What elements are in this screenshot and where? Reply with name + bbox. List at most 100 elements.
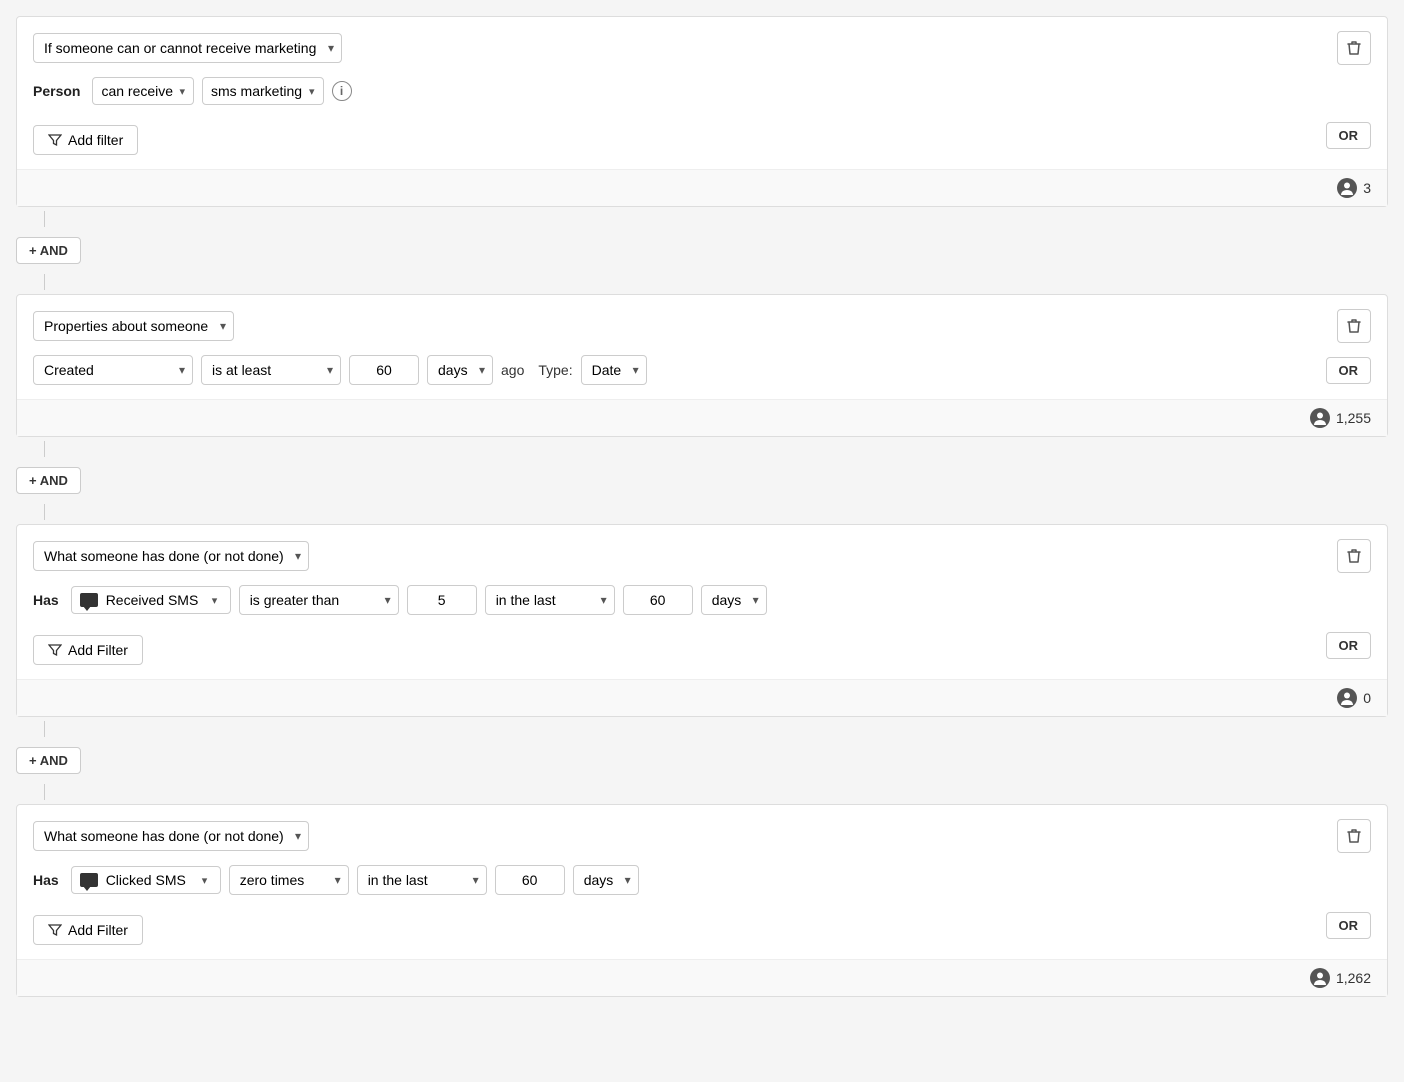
block1-type-select[interactable]: If someone can or cannot receive marketi… xyxy=(33,33,342,63)
filter-block-2: Properties about someone Created xyxy=(16,294,1388,437)
block2-type-option-select[interactable]: Date xyxy=(581,355,647,385)
block2-ago-label: ago xyxy=(501,362,524,378)
block3-event-select[interactable]: Received SMS xyxy=(106,592,206,608)
block4-count-area: 1,262 xyxy=(1310,968,1371,988)
block2-type-select[interactable]: Properties about someone xyxy=(33,311,234,341)
block2-property-select[interactable]: Created xyxy=(33,355,193,385)
and-button-1[interactable]: + AND xyxy=(16,237,81,264)
block4-count: 1,262 xyxy=(1336,970,1371,986)
block2-unit-wrapper[interactable]: days xyxy=(427,355,493,385)
block1-person-label: Person xyxy=(33,83,80,99)
filter-icon-4 xyxy=(48,923,62,937)
block4-time-wrapper[interactable]: in the last xyxy=(357,865,487,895)
trash-icon-3 xyxy=(1347,548,1361,564)
sms-icon-3 xyxy=(80,593,98,607)
person-icon-1 xyxy=(1337,178,1357,198)
block4-time-value-input[interactable] xyxy=(495,865,565,895)
block4-time-unit-select[interactable]: days xyxy=(573,865,639,895)
trash-icon-2 xyxy=(1347,318,1361,334)
filter-block-4: What someone has done (or not done) Has … xyxy=(16,804,1388,997)
block1-can-receive-select[interactable]: can receive xyxy=(101,83,173,99)
block3-delete-button[interactable] xyxy=(1337,539,1371,573)
block1-add-filter-label: Add filter xyxy=(68,132,123,148)
and-button-2[interactable]: + AND xyxy=(16,467,81,494)
block2-type-select-wrapper[interactable]: Properties about someone xyxy=(33,311,234,341)
block3-footer: 0 xyxy=(17,679,1387,716)
filter-icon-3 xyxy=(48,643,62,657)
person-icon-3 xyxy=(1337,688,1357,708)
block3-value-input[interactable] xyxy=(407,585,477,615)
person-icon-2 xyxy=(1310,408,1330,428)
block2-property-wrapper[interactable]: Created xyxy=(33,355,193,385)
and-connector-2: + AND xyxy=(16,437,1388,524)
block3-condition-select[interactable]: is greater than xyxy=(239,585,399,615)
connector-line-2 xyxy=(44,441,45,457)
block2-footer: 1,255 xyxy=(17,399,1387,436)
and-button-3[interactable]: + AND xyxy=(16,747,81,774)
block1-can-receive-wrapper[interactable]: can receive xyxy=(92,77,194,105)
block4-footer: 1,262 xyxy=(17,959,1387,996)
page-container: If someone can or cannot receive marketi… xyxy=(0,0,1404,1013)
block3-or-button[interactable]: OR xyxy=(1326,632,1372,659)
block3-type-select[interactable]: What someone has done (or not done) xyxy=(33,541,309,571)
block4-time-unit-wrapper[interactable]: days xyxy=(573,865,639,895)
and-connector-1: + AND xyxy=(16,207,1388,294)
block1-sms-marketing-wrapper[interactable]: sms marketing xyxy=(202,77,324,105)
block3-count: 0 xyxy=(1363,690,1371,706)
block2-condition-wrapper[interactable]: is at least xyxy=(201,355,341,385)
connector-line-1b xyxy=(44,274,45,290)
block2-or-button[interactable]: OR xyxy=(1326,357,1372,384)
filter-icon xyxy=(48,133,62,147)
block3-count-area: 0 xyxy=(1337,688,1371,708)
block3-has-label: Has xyxy=(33,592,59,608)
block3-time-select[interactable]: in the last xyxy=(485,585,615,615)
block3-type-select-wrapper[interactable]: What someone has done (or not done) xyxy=(33,541,309,571)
info-icon-1[interactable]: i xyxy=(332,81,352,101)
block1-count-area: 3 xyxy=(1337,178,1371,198)
block1-add-filter-button[interactable]: Add filter xyxy=(33,125,138,155)
connector-line-3 xyxy=(44,721,45,737)
block4-type-select-wrapper[interactable]: What someone has done (or not done) xyxy=(33,821,309,851)
block4-delete-button[interactable] xyxy=(1337,819,1371,853)
block4-condition-wrapper[interactable]: zero times xyxy=(229,865,349,895)
block1-delete-button[interactable] xyxy=(1337,31,1371,65)
block4-condition-select[interactable]: zero times xyxy=(229,865,349,895)
block3-time-unit-select[interactable]: days xyxy=(701,585,767,615)
and-connector-3: + AND xyxy=(16,717,1388,804)
filter-block-3: What someone has done (or not done) Has … xyxy=(16,524,1388,717)
block1-type-select-wrapper[interactable]: If someone can or cannot receive marketi… xyxy=(33,33,342,63)
connector-line-2b xyxy=(44,504,45,520)
person-icon-4 xyxy=(1310,968,1330,988)
block2-value-input[interactable] xyxy=(349,355,419,385)
block4-type-select[interactable]: What someone has done (or not done) xyxy=(33,821,309,851)
sms-icon-4 xyxy=(80,873,98,887)
connector-line-1 xyxy=(44,211,45,227)
block4-or-button[interactable]: OR xyxy=(1326,912,1372,939)
block3-event-wrapper[interactable]: Received SMS xyxy=(71,586,231,614)
block4-time-select[interactable]: in the last xyxy=(357,865,487,895)
block4-add-filter-label: Add Filter xyxy=(68,922,128,938)
block1-or-button[interactable]: OR xyxy=(1326,122,1372,149)
block4-event-select[interactable]: Clicked SMS xyxy=(106,872,196,888)
block4-has-label: Has xyxy=(33,872,59,888)
block2-condition-select[interactable]: is at least xyxy=(201,355,341,385)
trash-icon xyxy=(1347,40,1361,56)
block3-time-wrapper[interactable]: in the last xyxy=(485,585,615,615)
block2-delete-button[interactable] xyxy=(1337,309,1371,343)
trash-icon-4 xyxy=(1347,828,1361,844)
block3-time-unit-wrapper[interactable]: days xyxy=(701,585,767,615)
block4-event-wrapper[interactable]: Clicked SMS xyxy=(71,866,221,894)
block3-time-value-input[interactable] xyxy=(623,585,693,615)
block3-add-filter-button[interactable]: Add Filter xyxy=(33,635,143,665)
block3-condition-wrapper[interactable]: is greater than xyxy=(239,585,399,615)
block1-sms-marketing-select[interactable]: sms marketing xyxy=(211,83,303,99)
block3-add-filter-label: Add Filter xyxy=(68,642,128,658)
block4-add-filter-button[interactable]: Add Filter xyxy=(33,915,143,945)
connector-line-3b xyxy=(44,784,45,800)
block1-footer: 3 xyxy=(17,169,1387,206)
block2-type-option-wrapper[interactable]: Date xyxy=(581,355,647,385)
block2-unit-select[interactable]: days xyxy=(427,355,493,385)
block2-count-area: 1,255 xyxy=(1310,408,1371,428)
block2-count: 1,255 xyxy=(1336,410,1371,426)
block2-type-label2: Type: xyxy=(538,362,572,378)
